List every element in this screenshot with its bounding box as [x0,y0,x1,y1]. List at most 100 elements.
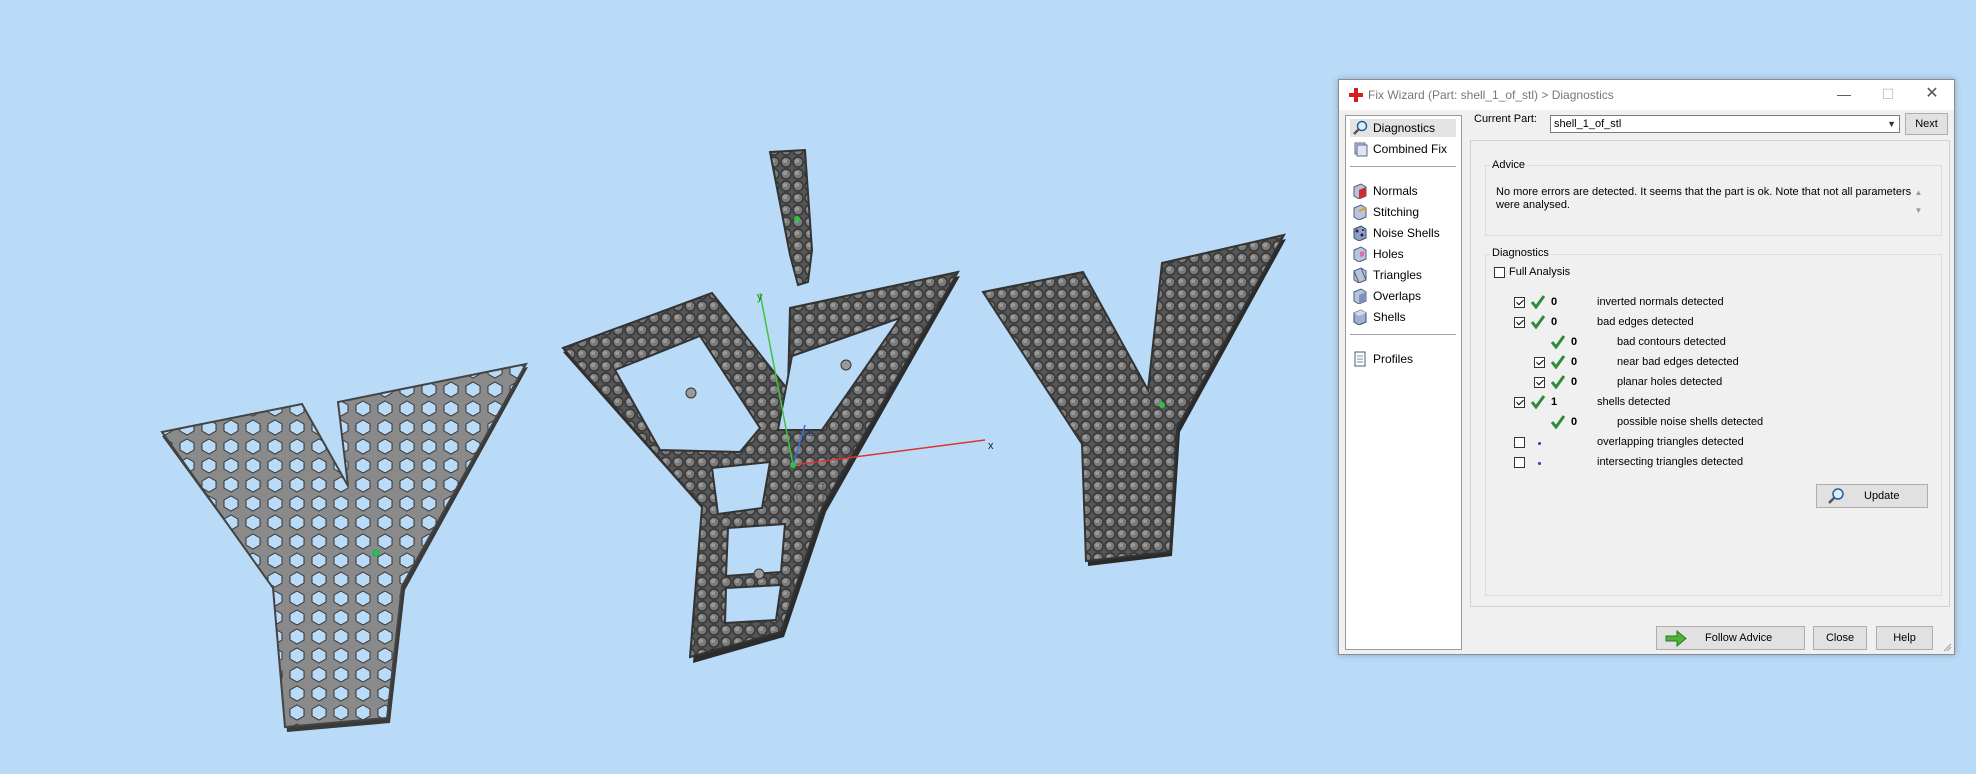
intersecting-triangles-text: intersecting triangles detected [1597,456,1744,468]
diagnostics-title: Diagnostics [1490,247,1551,259]
pending-dot-icon [1538,442,1541,445]
3d-viewport[interactable]: y x z [0,0,1320,774]
nav-item-diagnostics[interactable]: Diagnostics [1350,119,1456,137]
green-checkmark-icon [1551,335,1565,349]
chevron-down-icon: ▼ [1887,119,1896,129]
nav-item-label: Profiles [1373,352,1414,366]
minimize-button[interactable]: — [1822,80,1866,110]
magnifier-icon [1353,120,1368,135]
noise-shells-count: 0 [1571,416,1578,428]
magnifier-icon [1828,488,1844,504]
full-analysis-label: Full Analysis [1509,266,1571,278]
profiles-doc-icon [1354,351,1366,367]
planar-holes-checkbox[interactable] [1534,377,1545,388]
maximize-button[interactable]: ☐ [1866,80,1910,110]
nav-item-label: Holes [1373,247,1404,261]
planar-holes-text: planar holes detected [1617,376,1723,388]
update-button[interactable]: Update [1816,484,1928,508]
near-bad-edges-count: 0 [1571,356,1578,368]
nav-item-label: Normals [1373,184,1418,198]
overlapping-triangles-checkbox[interactable] [1514,437,1525,448]
frame-y-part[interactable] [561,148,960,663]
triangles-cube-icon [1353,267,1367,283]
nav-item-normals[interactable]: Normals [1350,182,1456,200]
near-bad-edges-text: near bad edges detected [1617,356,1739,368]
nav-separator [1350,166,1456,167]
nav-item-stitching[interactable]: Stitching [1350,203,1456,221]
nav-item-triangles[interactable]: Triangles [1350,266,1456,284]
help-button[interactable]: Help [1876,626,1933,650]
bad-contours-count: 0 [1571,336,1578,348]
nav-item-noise-shells[interactable]: Noise Shells [1350,224,1456,242]
close-window-button[interactable]: ✕ [1910,80,1954,110]
nav-item-label: Overlaps [1373,289,1422,303]
green-checkmark-icon [1531,395,1545,409]
axis-label-z: z [808,427,814,439]
dialog-titlebar[interactable]: Fix Wizard (Part: shell_1_of_stl) > Diag… [1339,80,1954,110]
full-analysis-checkbox[interactable] [1494,267,1505,278]
wizard-nav: Diagnostics Combined Fix Normals Stitchi… [1345,115,1462,650]
bad-contours-text: bad contours detected [1617,336,1726,348]
inverted-normals-count: 0 [1551,296,1558,308]
nav-item-shells[interactable]: Shells [1350,308,1456,326]
bad-edges-checkbox[interactable] [1514,317,1525,328]
noise-shells-text: possible noise shells detected [1617,416,1764,428]
nav-item-profiles[interactable]: Profiles [1350,350,1456,368]
inverted-normals-text: inverted normals detected [1597,296,1724,308]
nav-item-label: Stitching [1373,205,1420,219]
nav-item-combined-fix[interactable]: Combined Fix [1350,140,1456,158]
combined-fix-icon [1354,142,1368,157]
close-button[interactable]: Close [1813,626,1867,650]
bad-edges-count: 0 [1551,316,1558,328]
bad-edges-text: bad edges detected [1597,316,1694,328]
textured-y-part[interactable] [981,233,1286,566]
current-part-value: shell_1_of_stl [1554,118,1622,130]
near-bad-edges-checkbox[interactable] [1534,357,1545,368]
stitching-cube-icon [1353,204,1367,220]
planar-holes-count: 0 [1571,376,1578,388]
holes-cube-icon [1353,246,1367,262]
nav-item-holes[interactable]: Holes [1350,245,1456,263]
green-checkmark-icon [1531,295,1545,309]
pending-dot-icon [1538,462,1541,465]
noise-shells-icon [1353,225,1367,241]
fix-wizard-dialog: Fix Wizard (Part: shell_1_of_stl) > Diag… [1338,79,1955,655]
green-checkmark-icon [1551,355,1565,369]
current-part-label: Current Part: [1474,113,1537,125]
honeycomb-y-part[interactable] [160,362,528,732]
next-button[interactable]: Next [1905,113,1948,135]
advice-scrollbar[interactable]: ▲ ▼ [1912,184,1925,220]
nav-separator [1350,334,1456,335]
follow-advice-label: Follow Advice [1705,632,1773,644]
nav-item-label: Diagnostics [1373,121,1436,135]
shells-text: shells detected [1597,396,1671,408]
green-checkmark-icon [1551,375,1565,389]
green-checkmark-icon [1551,415,1565,429]
overlaps-cube-icon [1353,288,1367,304]
green-arrow-right-icon [1665,630,1687,647]
shells-count: 1 [1551,396,1558,408]
follow-advice-button[interactable]: Follow Advice [1656,626,1805,650]
normals-cube-icon [1353,183,1367,199]
overlapping-triangles-text: overlapping triangles detected [1597,436,1744,448]
scroll-down-icon[interactable]: ▼ [1912,202,1925,220]
nav-item-label: Triangles [1373,268,1422,282]
axis-label-x: x [988,440,994,452]
scroll-up-icon[interactable]: ▲ [1912,184,1925,202]
nav-item-overlaps[interactable]: Overlaps [1350,287,1456,305]
shells-cube-icon [1353,309,1367,325]
current-part-dropdown[interactable]: shell_1_of_stl ▼ [1550,115,1900,133]
green-checkmark-icon [1531,315,1545,329]
update-label: Update [1864,490,1900,502]
nav-item-label: Shells [1373,310,1406,324]
advice-title: Advice [1490,159,1528,171]
axis-label-y: y [757,291,763,303]
resize-grip-icon[interactable] [1942,642,1952,652]
dialog-title: Fix Wizard (Part: shell_1_of_stl) > Diag… [1368,88,1614,102]
nav-item-label: Combined Fix [1373,142,1448,156]
advice-text: No more errors are detected. It seems th… [1496,186,1912,211]
shells-checkbox[interactable] [1514,397,1525,408]
nav-item-label: Noise Shells [1373,226,1440,240]
inverted-normals-checkbox[interactable] [1514,297,1525,308]
intersecting-triangles-checkbox[interactable] [1514,457,1525,468]
